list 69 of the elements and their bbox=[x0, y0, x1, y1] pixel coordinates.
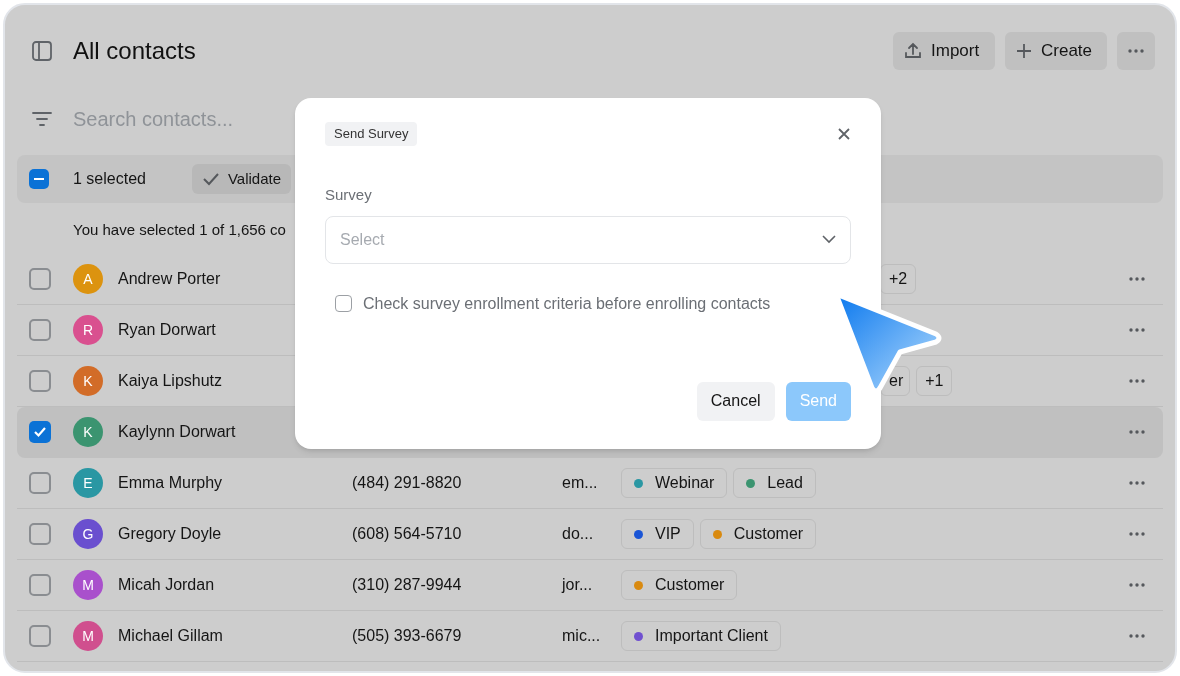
ellipsis-icon bbox=[1129, 379, 1145, 383]
contact-name: Kaylynn Dorwart bbox=[118, 423, 236, 440]
validate-button[interactable]: Validate bbox=[191, 164, 292, 194]
ellipsis-icon bbox=[1128, 49, 1144, 53]
tag-chip: Lead bbox=[733, 468, 816, 498]
avatar: G bbox=[73, 519, 103, 549]
phone-number: (608) 564-5710 bbox=[352, 524, 463, 544]
ellipsis-icon bbox=[1129, 583, 1145, 587]
row-checkbox[interactable] bbox=[29, 268, 51, 290]
dialog-badge: Send Survey bbox=[325, 122, 418, 146]
avatar: E bbox=[73, 468, 103, 498]
row-checkbox[interactable] bbox=[29, 319, 51, 341]
chevron-down-icon bbox=[822, 235, 836, 244]
contact-name: Emma Murphy bbox=[118, 474, 223, 491]
avatar: K bbox=[73, 417, 103, 447]
page-title: All contacts bbox=[73, 36, 196, 66]
plus-icon bbox=[1015, 42, 1033, 60]
phone-number: (310) 287-9944 bbox=[352, 575, 463, 595]
selection-note: You have selected 1 of 1,656 co bbox=[73, 220, 286, 240]
check-icon bbox=[201, 172, 220, 186]
avatar: A bbox=[73, 264, 103, 294]
phone-number: (505) 393-6679 bbox=[352, 626, 463, 646]
selected-count: 1 selected bbox=[73, 169, 146, 189]
contact-name: Kaiya Lipshutz bbox=[118, 372, 223, 389]
select-all-checkbox[interactable] bbox=[29, 169, 49, 189]
ellipsis-icon bbox=[1129, 277, 1145, 281]
criteria-label: Check survey enrollment criteria before enrolling contacts bbox=[363, 293, 771, 314]
import-button[interactable]: Import bbox=[893, 32, 995, 70]
tag-chip: VIP bbox=[621, 519, 694, 549]
email-address: em... bbox=[562, 473, 599, 493]
ellipsis-icon bbox=[1129, 532, 1145, 536]
row-checkbox[interactable] bbox=[29, 523, 51, 545]
tag-chip: Important Client bbox=[621, 621, 781, 651]
ellipsis-icon bbox=[1129, 328, 1145, 332]
contact-name: Micah Jordan bbox=[118, 576, 215, 593]
phone-number: (484) 291-8820 bbox=[352, 473, 463, 493]
close-icon[interactable] bbox=[837, 127, 851, 141]
ellipsis-icon bbox=[1129, 430, 1145, 434]
tag-chip: Webinar bbox=[621, 468, 728, 498]
field-label: Survey bbox=[325, 185, 373, 205]
avatar: M bbox=[73, 570, 103, 600]
contact-name: Ryan Dorwart bbox=[118, 321, 216, 338]
filter-icon[interactable] bbox=[31, 110, 53, 128]
avatar: R bbox=[73, 315, 103, 345]
email-address: do... bbox=[562, 524, 595, 544]
create-button[interactable]: Create bbox=[1005, 32, 1107, 70]
upload-icon bbox=[903, 41, 923, 61]
row-checkbox[interactable] bbox=[29, 370, 51, 392]
row-checkbox[interactable] bbox=[29, 625, 51, 647]
tag-chip: Customer bbox=[621, 570, 738, 600]
tag-chip: Customer bbox=[699, 519, 817, 549]
more-button[interactable] bbox=[1117, 32, 1155, 70]
criteria-checkbox[interactable] bbox=[335, 295, 352, 312]
more-tags-chip: +1 bbox=[916, 366, 953, 396]
check-icon bbox=[33, 426, 47, 438]
row-checkbox[interactable] bbox=[29, 421, 51, 443]
ellipsis-icon bbox=[1129, 634, 1145, 638]
email-address: jor... bbox=[562, 575, 594, 595]
cancel-button[interactable]: Cancel bbox=[696, 381, 775, 421]
contact-name: Andrew Porter bbox=[118, 270, 221, 287]
contact-name: Gregory Doyle bbox=[118, 525, 222, 542]
avatar: M bbox=[73, 621, 103, 651]
row-checkbox[interactable] bbox=[29, 472, 51, 494]
row-checkbox[interactable] bbox=[29, 574, 51, 596]
avatar: K bbox=[73, 366, 103, 396]
contact-name: Michael Gillam bbox=[118, 627, 223, 644]
email-address: mic... bbox=[562, 626, 602, 646]
ellipsis-icon bbox=[1129, 481, 1145, 485]
sidebar-icon[interactable] bbox=[31, 40, 53, 62]
